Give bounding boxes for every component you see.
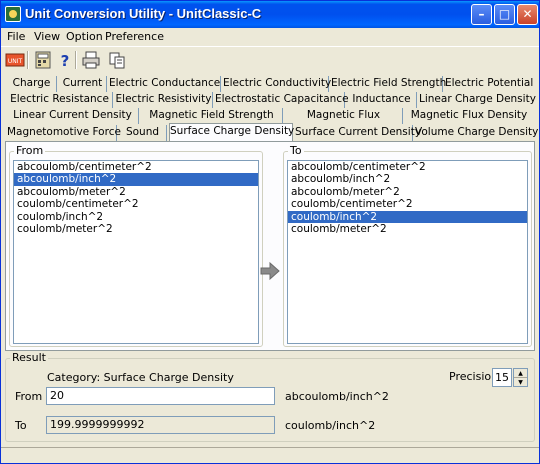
tab-magnetic-flux[interactable]: Magnetic Flux [285,108,403,124]
svg-text:UNIT: UNIT [8,58,23,65]
list-item-selected[interactable]: coulomb/inch^2 [288,210,527,223]
spin-down-icon[interactable]: ▼ [514,378,527,387]
list-item[interactable]: abcoulomb/centimeter^2 [288,161,527,173]
precision-label: Precision [449,370,499,383]
menu-view[interactable]: View [34,30,60,43]
tab-magnetic-field-strength[interactable]: Magnetic Field Strength [141,108,283,124]
from-group: From abcoulomb/centimeter^2 abcoulomb/in… [9,144,263,347]
toolbar-separator [75,51,77,69]
to-unit-list[interactable]: abcoulomb/centimeter^2 abcoulomb/inch^2 … [287,160,528,344]
tab-electric-resistivity[interactable]: Electric Resistivity [115,92,213,108]
tab-charge[interactable]: Charge [7,76,57,92]
maximize-button[interactable]: □ [494,4,515,25]
unit-logo-icon[interactable]: UNIT [5,50,25,70]
tab-electric-field-strength[interactable]: Electric Field Strength [331,76,446,92]
app-icon [5,6,21,22]
tab-magnetomotive-force[interactable]: Magnetomotive Force [7,125,121,141]
tab-magnetic-flux-density[interactable]: Magnetic Flux Density [405,108,533,124]
list-item[interactable]: abcoulomb/meter^2 [288,186,527,198]
category-tabs: Charge Current Electric Conductance Elec… [1,74,539,142]
to-value-output: 199.9999999992 [46,416,275,434]
menu-preference[interactable]: Preference [105,30,164,43]
tab-sound[interactable]: Sound [119,125,167,141]
app-window: Unit Conversion Utility - UnitClassic-C … [0,0,540,464]
list-item[interactable]: coulomb/meter^2 [14,223,258,235]
list-item[interactable]: coulomb/centimeter^2 [288,198,527,210]
list-item[interactable]: abcoulomb/meter^2 [14,186,258,198]
precision-input[interactable]: 15 [492,368,512,387]
calculator-icon[interactable] [33,50,53,70]
copy-icon[interactable] [107,50,127,70]
list-item[interactable]: coulomb/meter^2 [288,223,527,235]
minimize-button[interactable]: – [471,4,492,25]
close-button[interactable]: ✕ [517,4,538,25]
list-item[interactable]: abcoulomb/centimeter^2 [14,161,258,173]
list-item-selected[interactable]: abcoulomb/inch^2 [14,173,258,186]
tab-linear-current-density[interactable]: Linear Current Density [7,108,139,124]
category-label: Category: Surface Charge Density [47,371,234,384]
to-group-label: To [288,144,304,157]
from-unit-list[interactable]: abcoulomb/centimeter^2 abcoulomb/inch^2 … [13,160,259,344]
tab-volume-charge-density[interactable]: Volume Charge Density [415,125,538,141]
help-icon[interactable]: ? [55,50,75,70]
convert-arrow-icon[interactable] [259,260,281,282]
list-item[interactable]: abcoulomb/inch^2 [288,173,527,185]
spin-up-icon[interactable]: ▲ [514,369,527,378]
menu-file[interactable]: File [7,30,25,43]
list-item[interactable]: coulomb/inch^2 [14,211,258,223]
status-bar [1,447,539,463]
from-unit-label: abcoulomb/inch^2 [285,390,389,403]
tab-inductance[interactable]: Inductance [347,92,417,108]
to-unit-label: coulomb/inch^2 [285,419,376,432]
tab-electric-potential[interactable]: Electric Potential [445,76,533,92]
menu-option[interactable]: Option [66,30,103,43]
to-value-label: To [15,419,27,432]
tab-electric-resistance[interactable]: Electric Resistance [7,92,113,108]
list-item[interactable]: coulomb/centimeter^2 [14,198,258,210]
from-value-input[interactable]: 20 [46,387,275,405]
tab-electrostatic-capacitance[interactable]: Electrostatic Capacitance [215,92,349,108]
tab-electric-conductance[interactable]: Electric Conductance [109,76,221,92]
from-group-label: From [14,144,46,157]
tab-current[interactable]: Current [59,76,107,92]
menu-bar: File View Option Preference [1,28,539,46]
svg-text:?: ? [61,52,70,70]
toolbar-separator [27,51,29,69]
print-icon[interactable] [81,50,101,70]
title-bar[interactable]: Unit Conversion Utility - UnitClassic-C … [1,1,539,28]
toolbar: UNIT ? [1,46,539,73]
to-group: To abcoulomb/centimeter^2 abcoulomb/inch… [283,144,532,347]
conversion-panel: From abcoulomb/centimeter^2 abcoulomb/in… [5,141,535,351]
precision-spinner[interactable]: ▲ ▼ [513,368,528,387]
tab-surface-current-density[interactable]: Surface Current Density [295,125,421,141]
from-value-label: From [15,390,43,403]
tab-electric-conductivity[interactable]: Electric Conductivity [223,76,331,92]
window-title: Unit Conversion Utility - UnitClassic-C [25,6,262,21]
tab-surface-charge-density[interactable]: Surface Charge Density [169,123,294,142]
result-group-label: Result [10,351,48,364]
tab-linear-charge-density[interactable]: Linear Charge Density [419,92,536,108]
